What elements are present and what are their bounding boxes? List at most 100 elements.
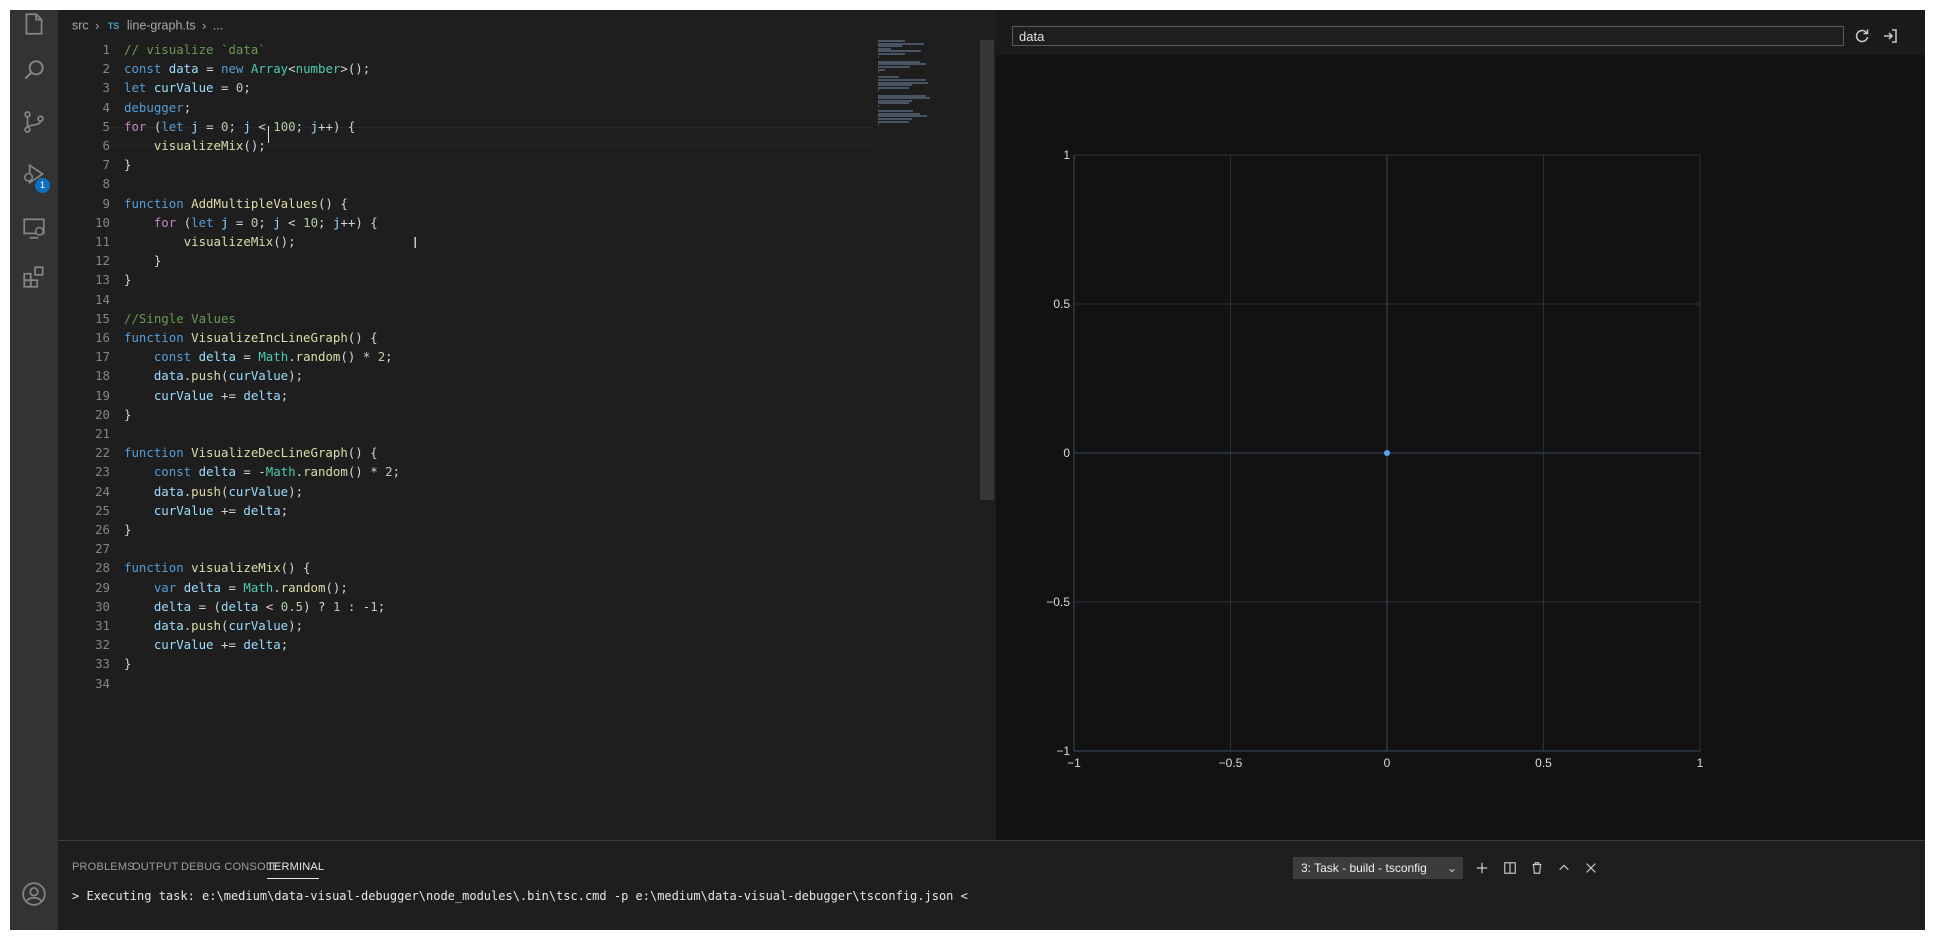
code-line[interactable]: 28 function visualizeMix() { — [58, 558, 878, 577]
code-line[interactable]: 20} — [58, 405, 878, 424]
terminal-select[interactable]: 3: Task - build - tsconfig ⌄ — [1293, 857, 1463, 879]
code-line[interactable]: 19 curValue += delta; — [58, 386, 878, 405]
code-line[interactable]: 14 — [58, 290, 878, 309]
breadcrumb: src › TS line-graph.ts › ... — [72, 18, 223, 36]
code-line[interactable]: 5 for (let j = 0; j < 100; j++) { — [58, 117, 878, 136]
tab-debug-console[interactable]: DEBUG CONSOLE — [181, 861, 280, 873]
code-line[interactable]: 25 curValue += delta; — [58, 501, 878, 520]
line-number: 33 — [95, 656, 110, 672]
code-text: function AddMultipleValues() { — [124, 195, 348, 211]
code-line[interactable]: 12 } — [58, 251, 878, 270]
account-icon[interactable] — [10, 870, 58, 918]
activity-bar: 1 — [10, 10, 58, 930]
code-text: data.push(curValue); — [153, 483, 304, 499]
line-number: 5 — [102, 118, 110, 134]
line-number: 34 — [95, 675, 110, 691]
line-number: 2 — [102, 61, 110, 77]
code-line[interactable]: 33} — [58, 654, 878, 673]
vscode-window: 1 src › TS line-graph.ts › ... 1 // visua… — [10, 10, 1925, 930]
line-number: 27 — [95, 541, 110, 557]
code-line[interactable]: 29 var delta = Math.random(); — [58, 578, 878, 597]
line-number: 22 — [95, 445, 110, 461]
extensions-icon[interactable] — [10, 253, 58, 301]
bottom-panel: PROBLEMS OUTPUT DEBUG CONSOLE TERMINAL 3… — [58, 840, 1925, 930]
code-line[interactable]: 2 const data = new Array<number>(); — [58, 59, 878, 78]
code-line[interactable]: 22 function VisualizeDecLineGraph() { — [58, 443, 878, 462]
code-editor[interactable]: src › TS line-graph.ts › ... 1 // visuali… — [58, 10, 994, 840]
code-line[interactable]: 32 curValue += delta; — [58, 635, 878, 654]
breadcrumb-more[interactable]: ... — [213, 19, 223, 33]
code-line[interactable]: 21 — [58, 424, 878, 443]
breadcrumb-folder[interactable]: src — [72, 19, 89, 33]
code-text: function visualizeMix() { — [124, 560, 311, 576]
code-line[interactable]: 7} — [58, 155, 878, 174]
code-line[interactable]: 24 data.push(curValue); — [58, 482, 878, 501]
code-line[interactable]: 6 visualizeMix(); — [58, 136, 878, 155]
y-tick-label: −1 — [1056, 744, 1070, 758]
code-line[interactable]: 27 — [58, 539, 878, 558]
code-text: curValue += delta; — [153, 387, 289, 403]
remote-explorer-icon[interactable] — [10, 204, 58, 252]
minimap[interactable] — [878, 40, 978, 130]
minimap-line — [878, 55, 880, 58]
line-number: 23 — [95, 464, 110, 480]
code-line[interactable]: 26} — [58, 520, 878, 539]
y-tick-label: 0.5 — [1053, 297, 1070, 311]
x-tick-label: 1 — [1697, 756, 1704, 770]
code-line[interactable]: 13} — [58, 270, 878, 289]
minimap-line — [878, 102, 909, 105]
code-line[interactable]: 18 data.push(curValue); — [58, 366, 878, 385]
search-icon[interactable] — [10, 46, 58, 94]
code-text: delta = (delta < 0.5) ? 1 : -1; — [153, 598, 386, 614]
maximize-panel-icon[interactable] — [1553, 857, 1575, 879]
code-line[interactable]: 10 for (let j = 0; j < 10; j++) { — [58, 213, 878, 232]
code-text: debugger; — [124, 99, 192, 115]
minimap-line — [878, 120, 909, 123]
code-text: } — [124, 522, 132, 537]
tab-output[interactable]: OUTPUT — [132, 861, 178, 873]
line-number: 31 — [95, 618, 110, 633]
code-line[interactable]: 23 const delta = -Math.random() * 2; — [58, 462, 878, 481]
code-line[interactable]: 8 — [58, 174, 878, 193]
editor-scrollbar[interactable] — [980, 40, 994, 500]
run-debug-icon[interactable]: 1 — [10, 150, 58, 198]
terminal-output-line: > Executing task: e:\medium\data-visual-… — [72, 889, 968, 903]
code-text: let curValue = 0; — [124, 80, 251, 96]
code-line[interactable]: 11 visualizeMix(); — [58, 232, 878, 251]
code-text: for (let j = 0; j < 10; j++) { — [153, 214, 378, 230]
line-number: 3 — [102, 80, 110, 96]
code-line[interactable]: 3 let curValue = 0; — [58, 78, 878, 97]
minimap-line — [878, 86, 909, 89]
code-text: } — [124, 157, 132, 173]
tab-terminal[interactable]: TERMINAL — [267, 861, 324, 873]
source-control-icon[interactable] — [10, 98, 58, 146]
line-number: 30 — [95, 598, 110, 614]
code-line[interactable]: 34 — [58, 674, 878, 693]
code-line[interactable]: 15 //Single Values — [58, 309, 878, 328]
explorer-icon[interactable] — [10, 10, 58, 48]
code-text: data.push(curValue); — [153, 618, 304, 633]
code-line[interactable]: 1 // visualize `data` — [58, 40, 878, 59]
y-tick-label: 1 — [1063, 148, 1070, 162]
breadcrumb-file[interactable]: line-graph.ts — [127, 19, 196, 33]
code-line[interactable]: 31 data.push(curValue); — [58, 616, 878, 635]
new-terminal-icon[interactable] — [1471, 857, 1493, 879]
code-line[interactable]: 4 debugger; — [58, 98, 878, 117]
split-terminal-icon[interactable] — [1499, 857, 1521, 879]
code-line[interactable]: 17 const delta = Math.random() * 2; — [58, 347, 878, 366]
tab-problems[interactable]: PROBLEMS — [72, 861, 135, 873]
y-tick-label: −0.5 — [1046, 595, 1070, 609]
code-text: curValue += delta; — [153, 637, 289, 653]
minimap-line — [878, 105, 880, 107]
code-line[interactable]: 16 function VisualizeIncLineGraph() { — [58, 328, 878, 347]
code-line[interactable]: 9 function AddMultipleValues() { — [58, 194, 878, 213]
trash-icon[interactable] — [1526, 857, 1548, 879]
line-number: 24 — [95, 483, 110, 499]
line-number: 7 — [102, 157, 110, 173]
data-chart[interactable]: −1 −0.5 0 0.5 1 1 0.5 0 −0.5 −1 — [996, 10, 1925, 840]
line-number: 26 — [95, 522, 110, 537]
close-panel-icon[interactable] — [1580, 857, 1602, 879]
x-tick-label: 0 — [1384, 756, 1391, 770]
code-line[interactable]: 30 delta = (delta < 0.5) ? 1 : -1; — [58, 597, 878, 616]
code-text: const delta = Math.random() * 2; — [153, 349, 393, 365]
